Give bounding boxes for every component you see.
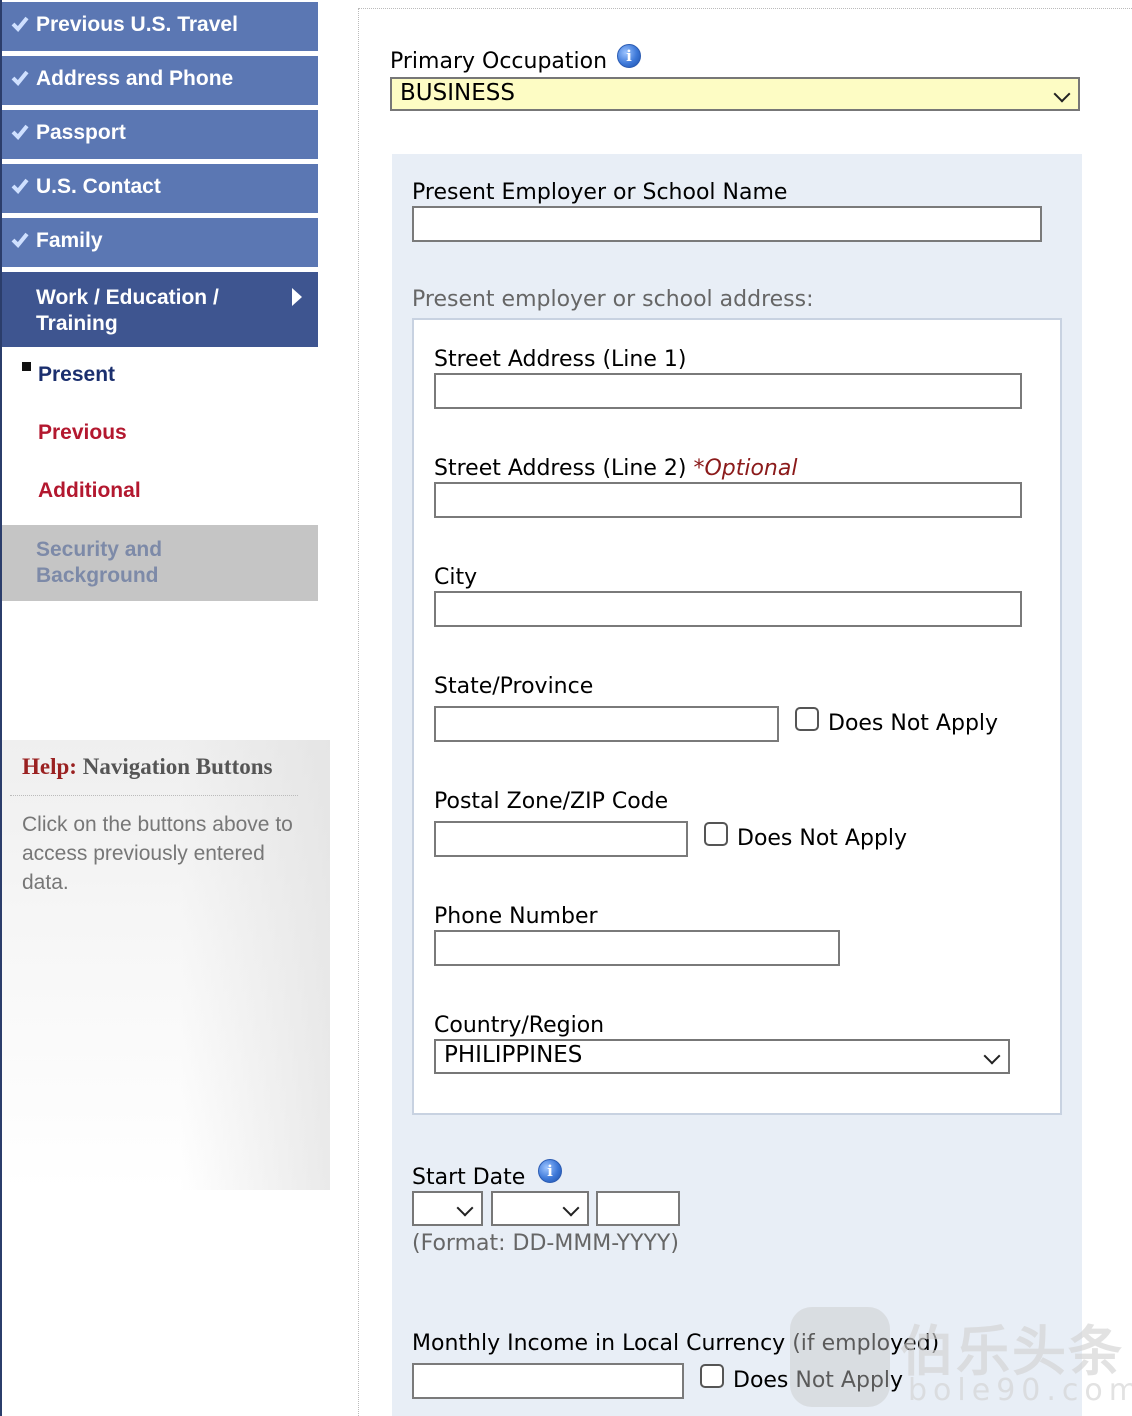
arrow-right-icon bbox=[292, 288, 302, 306]
check-icon bbox=[11, 178, 29, 194]
street2-label: Street Address (Line 2) *Optional bbox=[434, 456, 797, 481]
check-icon bbox=[11, 124, 29, 140]
primary-occupation-select[interactable]: BUSINESS bbox=[390, 77, 1080, 111]
postal-does-not-apply-label: Does Not Apply bbox=[737, 826, 908, 851]
employer-name-label: Present Employer or School Name bbox=[412, 180, 788, 205]
city-input[interactable] bbox=[434, 591, 1022, 627]
postal-label: Postal Zone/ZIP Code bbox=[434, 789, 669, 814]
watermark: 伯乐头条 bole90.com bbox=[790, 1305, 1132, 1415]
watermark-url: bole90.com bbox=[908, 1373, 1132, 1408]
sidebar-item-work-education-training[interactable]: Work / Education / Training bbox=[2, 272, 318, 347]
phone-input[interactable] bbox=[434, 930, 840, 966]
sidebar-item-family[interactable]: Family bbox=[2, 218, 318, 267]
start-date-year-input[interactable] bbox=[596, 1191, 680, 1226]
watermark-logo-icon bbox=[790, 1307, 890, 1407]
income-does-not-apply-checkbox[interactable] bbox=[700, 1364, 724, 1388]
sidebar-item-label: Work / Education / Training bbox=[36, 285, 219, 337]
sub-item-previous[interactable]: Previous bbox=[38, 421, 127, 445]
info-icon[interactable]: i bbox=[538, 1159, 562, 1183]
postal-input[interactable] bbox=[434, 821, 688, 857]
street1-label: Street Address (Line 1) bbox=[434, 347, 687, 372]
phone-label: Phone Number bbox=[434, 904, 598, 929]
sidebar-item-passport[interactable]: Passport bbox=[2, 110, 318, 159]
start-date-month-select[interactable] bbox=[491, 1191, 589, 1226]
sidebar-item-label: Passport bbox=[36, 121, 126, 144]
help-shade bbox=[180, 740, 330, 1190]
state-label: State/Province bbox=[434, 674, 594, 699]
sidebar-label-line1: Work / Education / bbox=[36, 286, 219, 309]
check-icon bbox=[11, 70, 29, 86]
help-panel: Help: Navigation Buttons Click on the bu… bbox=[2, 740, 330, 1190]
start-date-label: Start Date bbox=[412, 1165, 526, 1190]
state-input[interactable] bbox=[434, 706, 779, 742]
help-title: Help: Navigation Buttons bbox=[22, 754, 273, 780]
sidebar-item-label: Address and Phone bbox=[36, 67, 234, 90]
sidebar-item-label: Previous U.S. Travel bbox=[36, 13, 238, 36]
sidebar-label-line2: Background bbox=[36, 564, 159, 587]
country-value: PHILIPPINES bbox=[444, 1042, 583, 1068]
chevron-down-icon bbox=[1053, 85, 1071, 103]
street2-label-text: Street Address (Line 2) bbox=[434, 456, 687, 481]
sidebar-label-line2: Training bbox=[36, 312, 118, 335]
primary-occupation-value: BUSINESS bbox=[400, 80, 515, 106]
income-input[interactable] bbox=[412, 1363, 684, 1399]
sidebar-item-previous-us-travel[interactable]: Previous U.S. Travel bbox=[2, 2, 318, 51]
address-heading: Present employer or school address: bbox=[412, 287, 814, 312]
postal-does-not-apply-checkbox[interactable] bbox=[704, 822, 728, 846]
sidebar-item-address-and-phone[interactable]: Address and Phone bbox=[2, 56, 318, 105]
street1-input[interactable] bbox=[434, 373, 1022, 409]
state-does-not-apply-checkbox[interactable] bbox=[795, 707, 819, 731]
current-marker-icon bbox=[22, 362, 31, 371]
check-icon bbox=[11, 16, 29, 32]
help-title-prefix: Help: bbox=[22, 754, 77, 779]
chevron-down-icon bbox=[562, 1199, 580, 1217]
sidebar-item-label: U.S. Contact bbox=[36, 175, 161, 198]
sidebar-item-us-contact[interactable]: U.S. Contact bbox=[2, 164, 318, 213]
main-border-left bbox=[358, 8, 360, 1416]
start-date-format-hint: (Format: DD-MMM-YYYY) bbox=[412, 1231, 679, 1256]
help-text: Click on the buttons above to access pre… bbox=[22, 813, 293, 894]
main-border-top bbox=[358, 8, 1132, 9]
sidebar-item-label: Security and Background bbox=[36, 537, 162, 589]
optional-note: *Optional bbox=[693, 456, 798, 481]
street2-input[interactable] bbox=[434, 482, 1022, 518]
help-title-rest: Navigation Buttons bbox=[76, 754, 273, 779]
sidebar-item-security-background: Security and Background bbox=[2, 525, 318, 601]
sidebar-item-label: Family bbox=[36, 229, 103, 252]
chevron-down-icon bbox=[983, 1047, 1001, 1065]
state-does-not-apply-label: Does Not Apply bbox=[828, 711, 999, 736]
check-icon bbox=[11, 232, 29, 248]
help-divider bbox=[10, 795, 298, 796]
sub-item-additional[interactable]: Additional bbox=[38, 479, 141, 503]
sub-item-present[interactable]: Present bbox=[38, 363, 115, 387]
start-date-day-select[interactable] bbox=[412, 1191, 483, 1226]
info-icon[interactable]: i bbox=[617, 44, 641, 68]
primary-occupation-label: Primary Occupation bbox=[390, 49, 608, 74]
city-label: City bbox=[434, 565, 478, 590]
country-label: Country/Region bbox=[434, 1013, 605, 1038]
employer-name-input[interactable] bbox=[412, 206, 1042, 242]
chevron-down-icon bbox=[456, 1199, 474, 1217]
country-select[interactable]: PHILIPPINES bbox=[434, 1039, 1010, 1074]
sidebar-label-line1: Security and bbox=[36, 538, 163, 561]
